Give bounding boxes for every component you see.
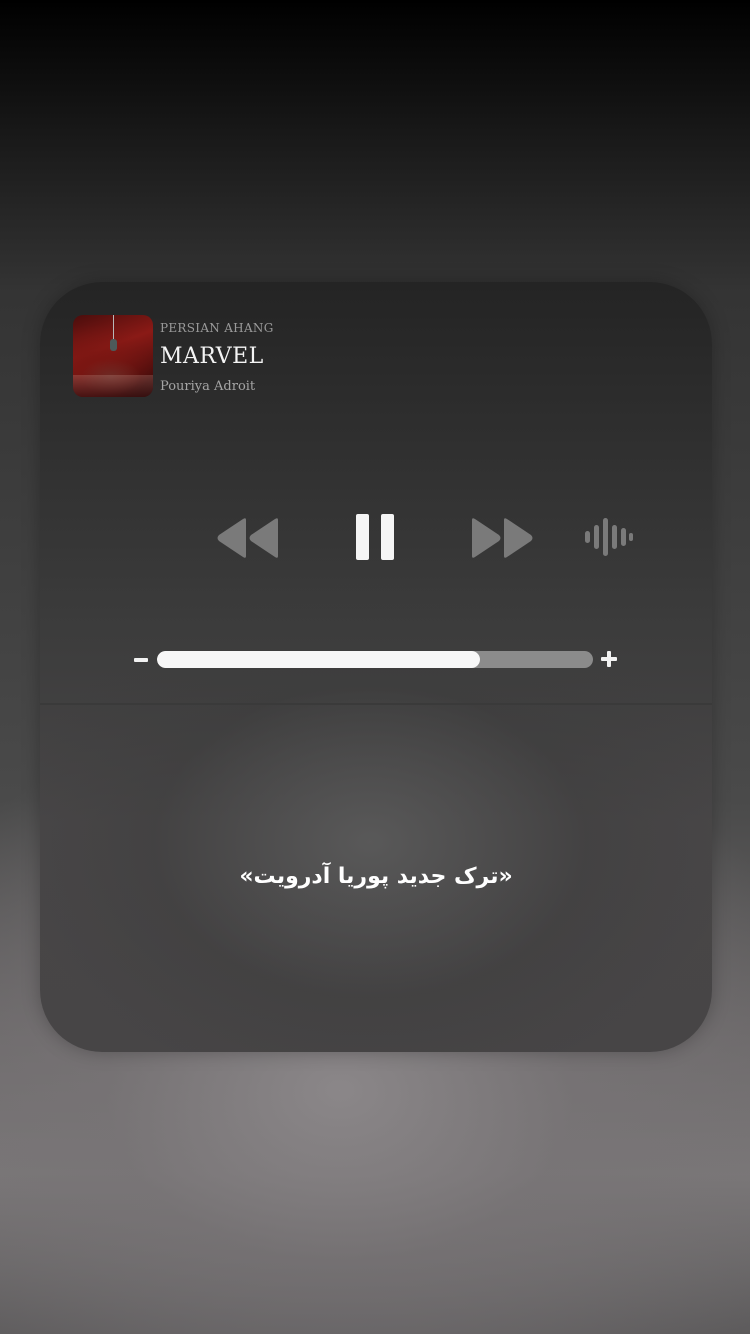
minus-icon[interactable]	[134, 658, 148, 662]
artist-name: Pouriya Adroit	[160, 379, 256, 394]
artwork-weight	[110, 339, 117, 351]
track-title: MARVEL	[160, 344, 264, 369]
fast-forward-icon[interactable]	[470, 516, 534, 560]
caption-text: «ترک جدید پوریا آدرویت»	[239, 864, 513, 889]
album-artwork[interactable]	[73, 315, 153, 397]
audio-waveform-icon[interactable]	[584, 518, 634, 556]
plus-icon[interactable]	[601, 651, 617, 667]
pause-icon[interactable]	[356, 514, 394, 560]
source-label: PERSIAN AHANG	[160, 321, 274, 335]
rewind-icon[interactable]	[216, 516, 280, 560]
artwork-floor	[73, 375, 153, 397]
card-divider	[40, 703, 712, 705]
volume-slider[interactable]	[157, 651, 593, 668]
volume-slider-fill	[157, 651, 480, 668]
now-playing-card: PERSIAN AHANG MARVEL Pouriya Adroit «ترک…	[40, 282, 712, 1052]
artwork-rope	[113, 315, 114, 341]
